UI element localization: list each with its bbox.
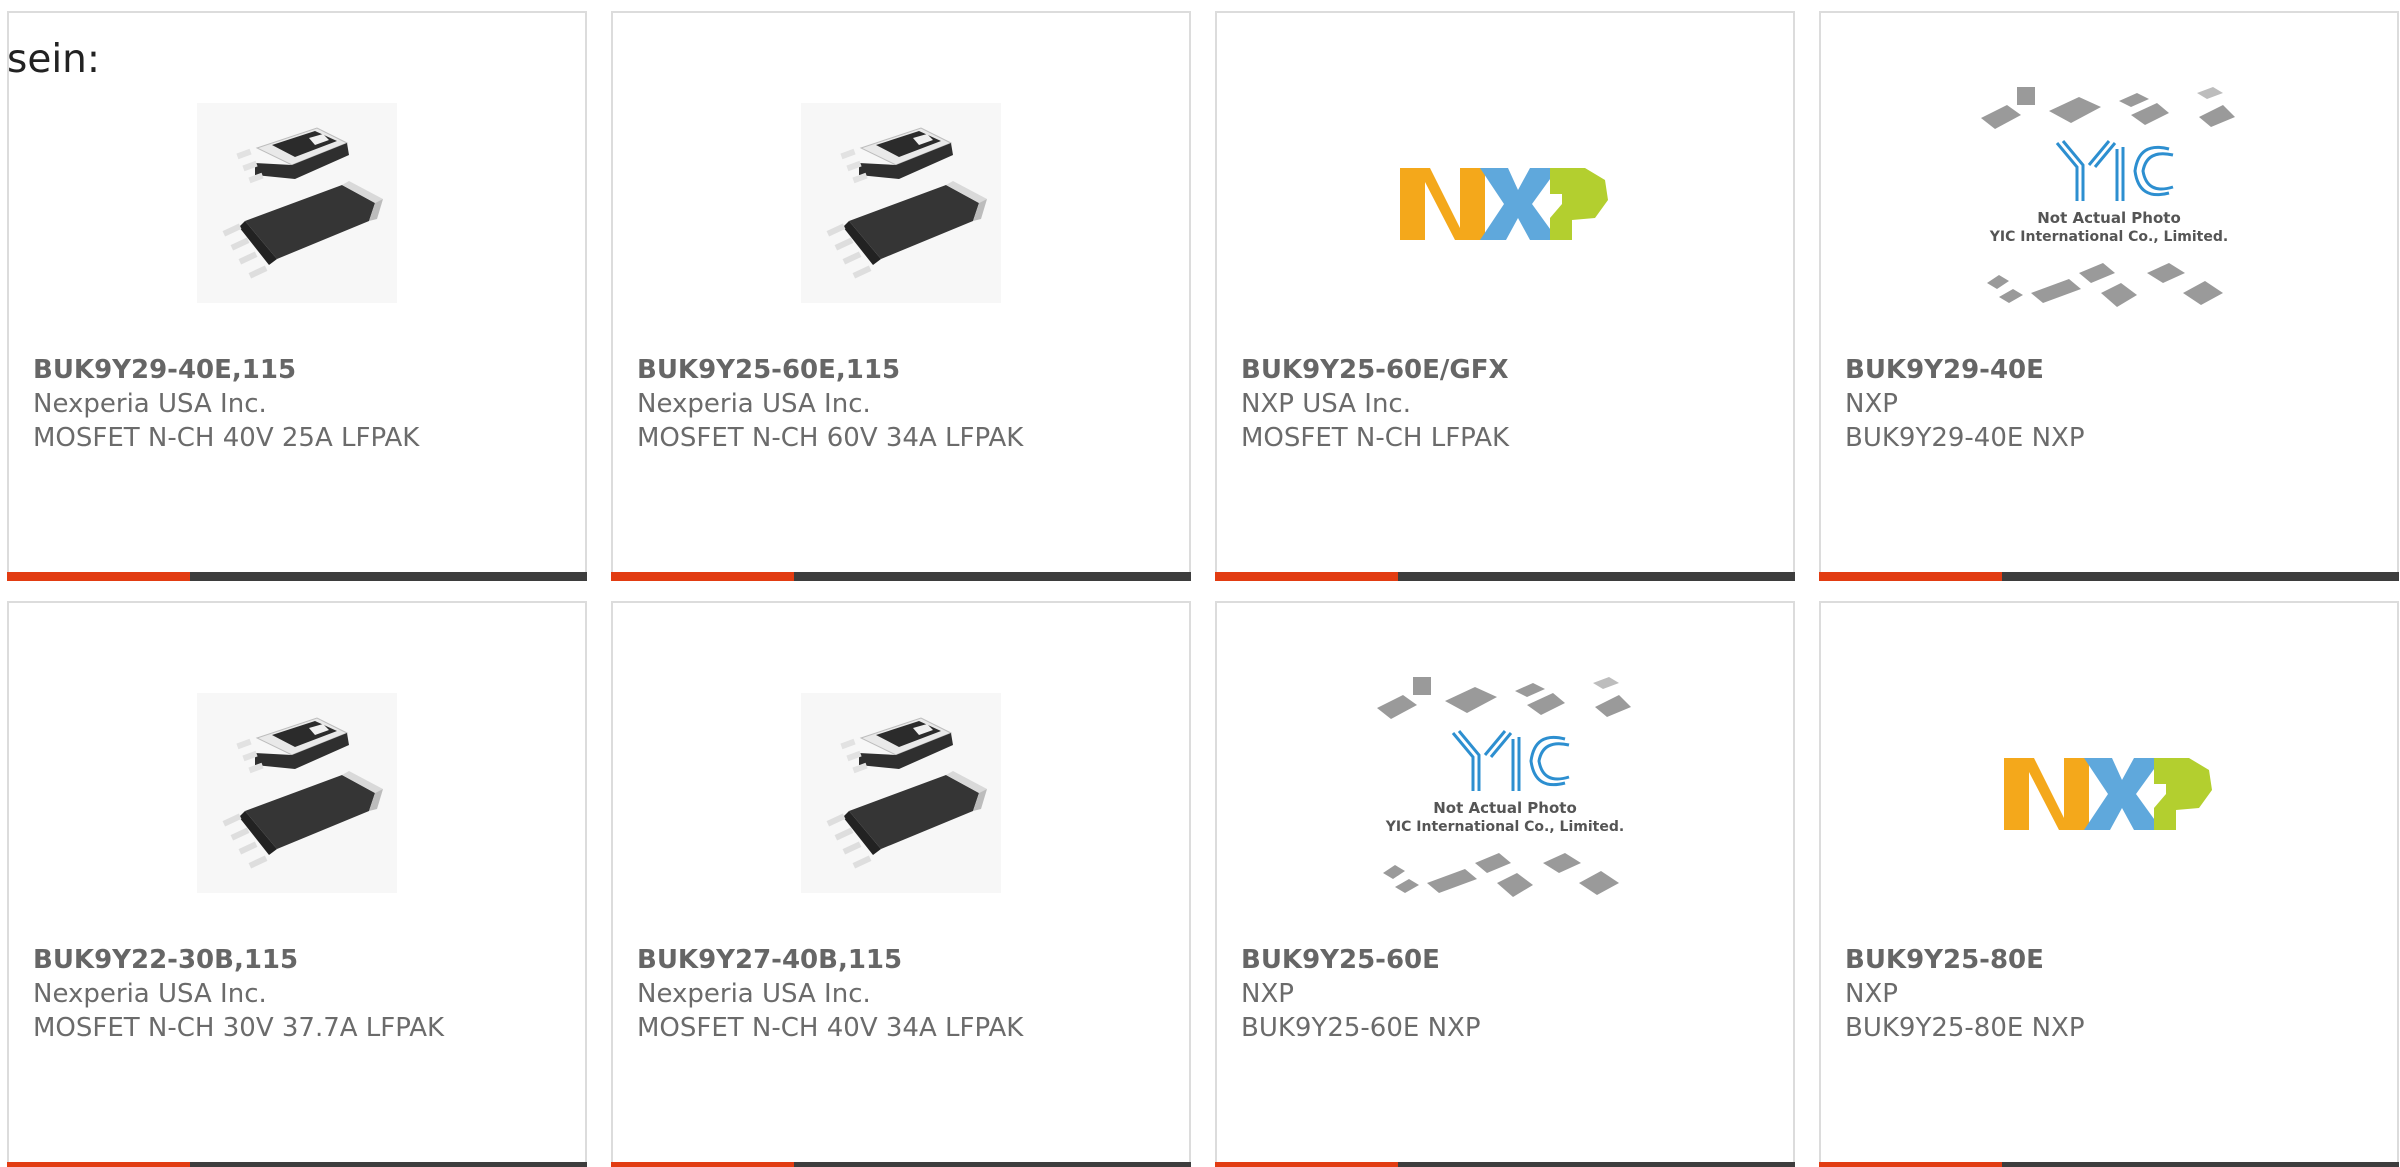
card-bottom-bar xyxy=(1215,572,1795,581)
product-manufacturer: Nexperia USA Inc. xyxy=(33,979,267,1009)
product-image[interactable]: NXP xyxy=(1217,73,1793,333)
product-info: BUK9Y29-40E,115 Nexperia USA Inc. MOSFET… xyxy=(33,353,565,455)
product-manufacturer: Nexperia USA Inc. xyxy=(33,389,267,419)
product-description: MOSFET N-CH 40V 25A LFPAK xyxy=(33,423,420,453)
intro-text: sein: xyxy=(7,37,101,82)
product-part-number[interactable]: BUK9Y25-60E,115 xyxy=(637,353,1169,387)
product-part-number[interactable]: BUK9Y22-30B,115 xyxy=(33,943,565,977)
product-description: MOSFET N-CH 40V 34A LFPAK xyxy=(637,1013,1024,1043)
product-description: BUK9Y25-60E NXP xyxy=(1241,1013,1481,1043)
product-info: BUK9Y22-30B,115 Nexperia USA Inc. MOSFET… xyxy=(33,943,565,1045)
product-grid: BUK9Y29-40E,115 Nexperia USA Inc. MOSFET… xyxy=(7,11,2399,1167)
product-card[interactable]: BUK9Y29-40E,115 Nexperia USA Inc. MOSFET… xyxy=(7,11,587,581)
product-card[interactable]: BUK9Y22-30B,115 Nexperia USA Inc. MOSFET… xyxy=(7,601,587,1167)
lfpak-chip-icon xyxy=(801,103,1001,303)
not-actual-photo-icon: Not Actual Photo YIC International Co., … xyxy=(1981,87,2235,307)
lfpak-chip-icon xyxy=(197,103,397,303)
svg-text:YIC International Co., Limited: YIC International Co., Limited. xyxy=(1385,819,1624,835)
nxp-logo-icon: NXP xyxy=(2004,758,2212,837)
product-description: MOSFET N-CH 60V 34A LFPAK xyxy=(637,423,1024,453)
product-manufacturer: Nexperia USA Inc. xyxy=(637,979,871,1009)
product-part-number[interactable]: BUK9Y25-80E xyxy=(1845,943,2377,977)
card-bar-accent xyxy=(7,1162,190,1167)
product-manufacturer: NXP xyxy=(1241,979,1294,1009)
svg-text:Not Actual Photo: Not Actual Photo xyxy=(1433,799,1577,817)
svg-text:NXP: NXP xyxy=(1505,245,1507,247)
product-card[interactable]: Not Actual Photo YIC International Co., … xyxy=(1819,11,2399,581)
product-card[interactable]: NXP BUK9Y25-60E/GFX NXP USA Inc. MOSFET … xyxy=(1215,11,1795,581)
product-image[interactable]: NXP xyxy=(1821,663,2397,923)
product-card[interactable]: NXP BUK9Y25-80E NXP BUK9Y25-80E NXP xyxy=(1819,601,2399,1167)
product-manufacturer: NXP xyxy=(1845,979,1898,1009)
product-image[interactable] xyxy=(613,73,1189,333)
svg-text:YIC International Co., Limited: YIC International Co., Limited. xyxy=(1989,229,2228,245)
card-bottom-bar xyxy=(7,1162,587,1167)
product-image[interactable]: Not Actual Photo YIC International Co., … xyxy=(1217,663,1793,923)
product-part-number[interactable]: BUK9Y29-40E xyxy=(1845,353,2377,387)
product-description: MOSFET N-CH LFPAK xyxy=(1241,423,1510,453)
product-part-number[interactable]: BUK9Y25-60E xyxy=(1241,943,1773,977)
not-actual-photo-icon: Not Actual Photo YIC International Co., … xyxy=(1377,677,1631,897)
product-description: BUK9Y29-40E NXP xyxy=(1845,423,2085,453)
svg-text:Not Actual Photo: Not Actual Photo xyxy=(2037,209,2181,227)
lfpak-chip-icon xyxy=(801,693,1001,893)
product-part-number[interactable]: BUK9Y27-40B,115 xyxy=(637,943,1169,977)
card-bar-accent xyxy=(7,572,190,581)
card-bar-accent xyxy=(1215,1162,1398,1167)
product-info: BUK9Y25-60E/GFX NXP USA Inc. MOSFET N-CH… xyxy=(1241,353,1773,455)
product-card[interactable]: BUK9Y27-40B,115 Nexperia USA Inc. MOSFET… xyxy=(611,601,1191,1167)
card-bottom-bar xyxy=(611,572,1191,581)
product-part-number[interactable]: BUK9Y25-60E/GFX xyxy=(1241,353,1773,387)
card-bottom-bar xyxy=(1819,1162,2399,1167)
card-bar-accent xyxy=(611,1162,794,1167)
product-info: BUK9Y29-40E NXP BUK9Y29-40E NXP xyxy=(1845,353,2377,455)
card-bottom-bar xyxy=(7,572,587,581)
svg-text:NXP: NXP xyxy=(2109,835,2111,837)
product-description: BUK9Y25-80E NXP xyxy=(1845,1013,2085,1043)
product-part-number[interactable]: BUK9Y29-40E,115 xyxy=(33,353,565,387)
product-image[interactable] xyxy=(9,73,585,333)
card-bottom-bar xyxy=(1215,1162,1795,1167)
product-manufacturer: NXP xyxy=(1845,389,1898,419)
nxp-logo-icon: NXP xyxy=(1400,168,1608,247)
card-bar-accent xyxy=(611,572,794,581)
product-image[interactable]: Not Actual Photo YIC International Co., … xyxy=(1821,73,2397,333)
card-bar-accent xyxy=(1215,572,1398,581)
product-info: BUK9Y27-40B,115 Nexperia USA Inc. MOSFET… xyxy=(637,943,1169,1045)
product-info: BUK9Y25-60E NXP BUK9Y25-60E NXP xyxy=(1241,943,1773,1045)
card-bottom-bar xyxy=(1819,572,2399,581)
lfpak-chip-icon xyxy=(197,693,397,893)
product-manufacturer: Nexperia USA Inc. xyxy=(637,389,871,419)
product-info: BUK9Y25-80E NXP BUK9Y25-80E NXP xyxy=(1845,943,2377,1045)
product-image[interactable] xyxy=(613,663,1189,923)
product-image[interactable] xyxy=(9,663,585,923)
product-info: BUK9Y25-60E,115 Nexperia USA Inc. MOSFET… xyxy=(637,353,1169,455)
card-bottom-bar xyxy=(611,1162,1191,1167)
card-bar-accent xyxy=(1819,572,2002,581)
card-bar-accent xyxy=(1819,1162,2002,1167)
page: sein: BUK9Y29-40E,115 Nexperia USA Inc. … xyxy=(0,0,2400,1167)
product-card[interactable]: BUK9Y25-60E,115 Nexperia USA Inc. MOSFET… xyxy=(611,11,1191,581)
product-manufacturer: NXP USA Inc. xyxy=(1241,389,1411,419)
product-description: MOSFET N-CH 30V 37.7A LFPAK xyxy=(33,1013,445,1043)
product-card[interactable]: Not Actual Photo YIC International Co., … xyxy=(1215,601,1795,1167)
